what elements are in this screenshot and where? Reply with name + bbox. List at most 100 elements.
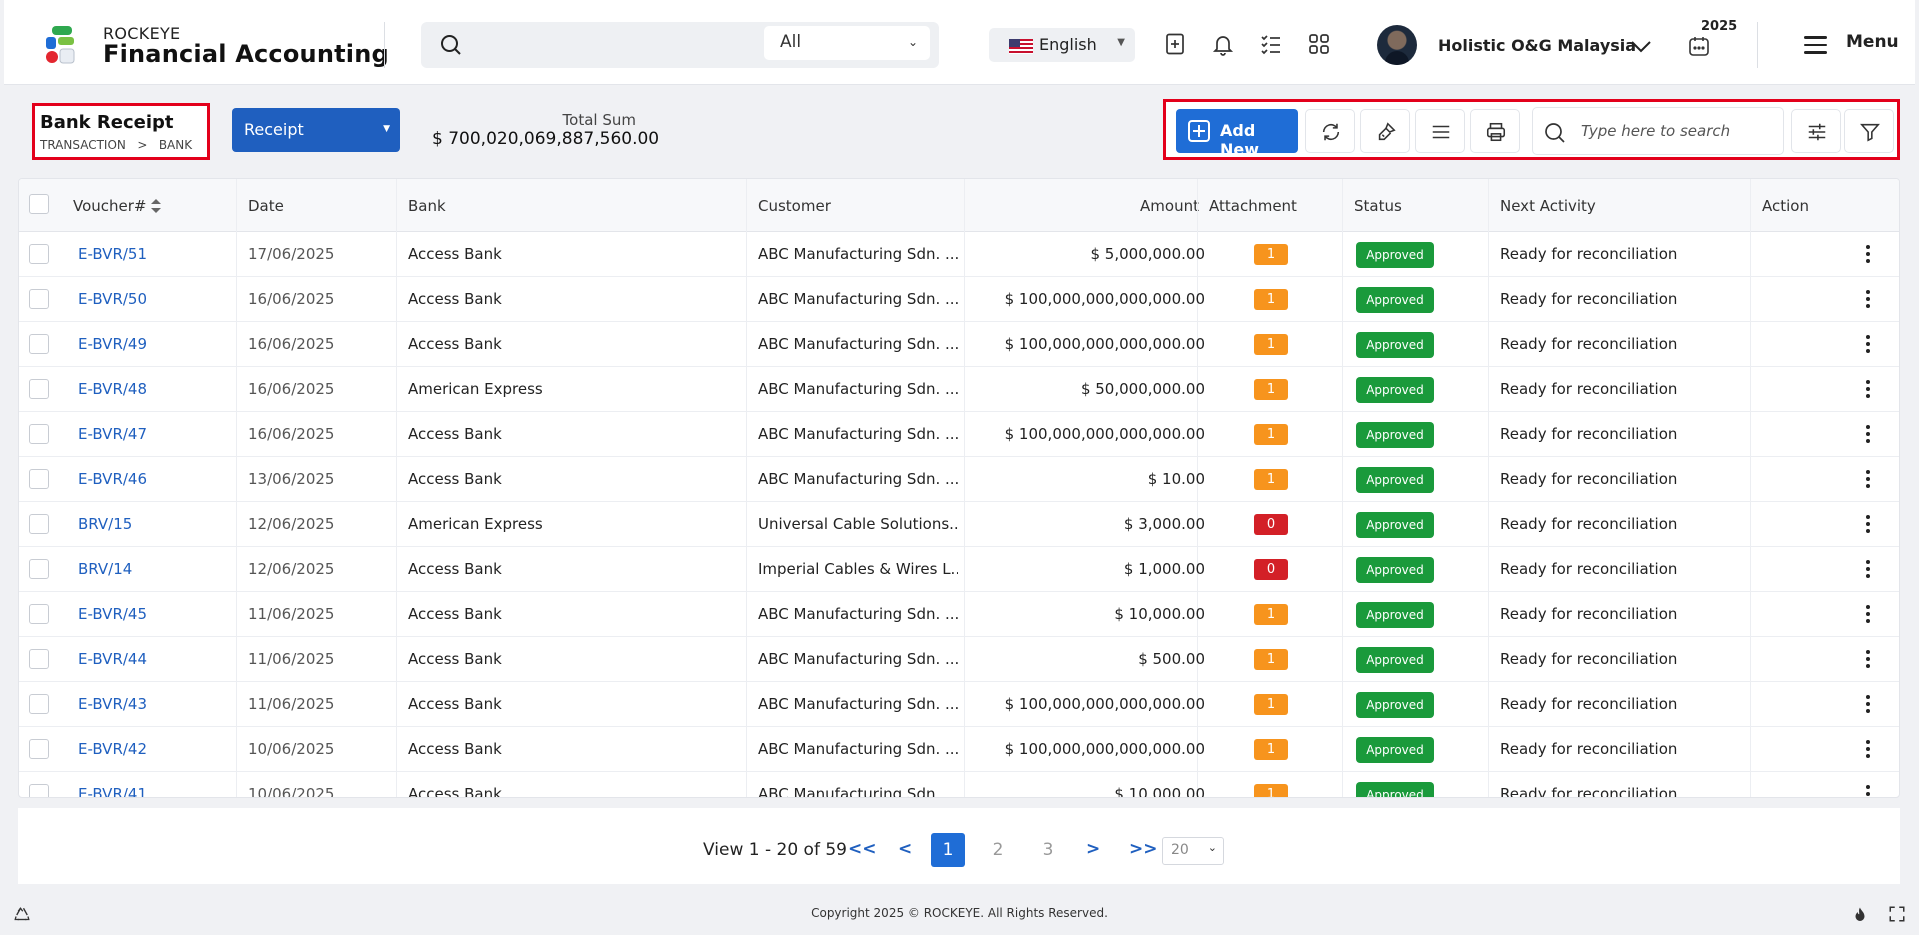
row-checkbox[interactable] bbox=[29, 334, 49, 354]
rockeye-logo-icon[interactable] bbox=[44, 24, 84, 66]
row-checkbox[interactable] bbox=[29, 604, 49, 624]
attachment-count-badge[interactable]: 1 bbox=[1254, 694, 1288, 715]
page-2-button[interactable]: 2 bbox=[981, 833, 1015, 867]
table-row[interactable]: E-BVR/43 11/06/2025 Access Bank ABC Manufac… bbox=[19, 682, 1899, 727]
row-actions-icon[interactable] bbox=[1866, 515, 1870, 535]
table-row[interactable]: E-BVR/48 16/06/2025 American Express ABC Ma… bbox=[19, 367, 1899, 412]
fullscreen-icon[interactable] bbox=[1888, 905, 1906, 923]
voucher-link[interactable]: E-BVR/51 bbox=[78, 245, 147, 263]
row-checkbox[interactable] bbox=[29, 424, 49, 444]
row-actions-icon[interactable] bbox=[1866, 785, 1870, 797]
chevron-down-icon[interactable] bbox=[1629, 34, 1653, 58]
voucher-link[interactable]: E-BVR/45 bbox=[78, 605, 147, 623]
attachment-count-badge[interactable]: 1 bbox=[1254, 424, 1288, 445]
table-row[interactable]: E-BVR/51 17/06/2025 Access Bank ABC Manufac… bbox=[19, 232, 1899, 277]
select-all-checkbox[interactable] bbox=[29, 194, 49, 214]
row-actions-icon[interactable] bbox=[1866, 245, 1870, 265]
table-row[interactable]: BRV/15 12/06/2025 American Express Universa… bbox=[19, 502, 1899, 547]
bookmark-add-icon[interactable] bbox=[1163, 32, 1187, 56]
row-actions-icon[interactable] bbox=[1866, 560, 1870, 580]
voucher-link[interactable]: BRV/14 bbox=[78, 560, 132, 578]
voucher-link[interactable]: E-BVR/42 bbox=[78, 740, 147, 758]
row-actions-icon[interactable] bbox=[1866, 290, 1870, 310]
table-row[interactable]: BRV/14 12/06/2025 Access Bank Imperial Cabl… bbox=[19, 547, 1899, 592]
table-row[interactable]: E-BVR/42 10/06/2025 Access Bank ABC Manufac… bbox=[19, 727, 1899, 772]
attachment-count-badge[interactable]: 1 bbox=[1254, 649, 1288, 670]
table-row[interactable]: E-BVR/41 10/06/2025 Access Bank ABC Manufac… bbox=[19, 772, 1899, 797]
first-page-button[interactable]: << bbox=[848, 839, 877, 859]
row-checkbox[interactable] bbox=[29, 784, 49, 797]
row-checkbox[interactable] bbox=[29, 649, 49, 669]
voucher-link[interactable]: E-BVR/44 bbox=[78, 650, 147, 668]
row-actions-icon[interactable] bbox=[1866, 605, 1870, 625]
table-row[interactable]: E-BVR/49 16/06/2025 Access Bank ABC Manufac… bbox=[19, 322, 1899, 367]
language-select[interactable]: English ▼ bbox=[989, 28, 1135, 62]
page-size-select[interactable]: 20 ⌄ bbox=[1162, 837, 1224, 865]
table-row[interactable]: E-BVR/50 16/06/2025 Access Bank ABC Manufac… bbox=[19, 277, 1899, 322]
table-search-input[interactable] bbox=[1581, 118, 1771, 144]
row-actions-icon[interactable] bbox=[1866, 470, 1870, 490]
row-actions-icon[interactable] bbox=[1866, 380, 1870, 400]
column-header-customer[interactable]: Customer bbox=[758, 197, 831, 215]
attachment-count-badge[interactable]: 1 bbox=[1254, 739, 1288, 760]
table-search-field[interactable] bbox=[1532, 107, 1784, 155]
voucher-link[interactable]: E-BVR/41 bbox=[78, 785, 147, 797]
row-checkbox[interactable] bbox=[29, 739, 49, 759]
column-header-next-activity[interactable]: Next Activity bbox=[1500, 197, 1596, 215]
voucher-link[interactable]: E-BVR/46 bbox=[78, 470, 147, 488]
attachment-count-badge[interactable]: 1 bbox=[1254, 289, 1288, 310]
flame-icon[interactable] bbox=[1851, 905, 1869, 925]
row-actions-icon[interactable] bbox=[1866, 650, 1870, 670]
calendar-icon[interactable] bbox=[1687, 34, 1711, 58]
attachment-count-badge[interactable]: 1 bbox=[1254, 379, 1288, 400]
user-avatar[interactable] bbox=[1377, 25, 1417, 65]
column-header-bank[interactable]: Bank bbox=[408, 197, 446, 215]
column-header-amount[interactable]: Amount bbox=[1119, 197, 1199, 215]
attachment-count-badge[interactable]: 0 bbox=[1254, 559, 1288, 580]
attachment-count-badge[interactable]: 0 bbox=[1254, 514, 1288, 535]
task-list-icon[interactable] bbox=[1259, 32, 1283, 56]
last-page-button[interactable]: >> bbox=[1129, 839, 1158, 859]
column-header-voucher[interactable]: Voucher# bbox=[73, 197, 147, 215]
clear-filters-button[interactable] bbox=[1360, 109, 1410, 153]
page-1-button[interactable]: 1 bbox=[931, 833, 965, 867]
voucher-link[interactable]: E-BVR/43 bbox=[78, 695, 147, 713]
notification-bell-icon[interactable] bbox=[1211, 32, 1235, 56]
add-new-button[interactable]: Add New bbox=[1176, 109, 1298, 159]
voucher-link[interactable]: BRV/15 bbox=[78, 515, 132, 533]
attachment-count-badge[interactable]: 1 bbox=[1254, 469, 1288, 490]
prev-page-button[interactable]: < bbox=[898, 839, 912, 859]
row-checkbox[interactable] bbox=[29, 694, 49, 714]
next-page-button[interactable]: > bbox=[1086, 839, 1100, 859]
row-checkbox[interactable] bbox=[29, 514, 49, 534]
attachment-count-badge[interactable]: 1 bbox=[1254, 604, 1288, 625]
row-checkbox[interactable] bbox=[29, 469, 49, 489]
table-row[interactable]: E-BVR/45 11/06/2025 Access Bank ABC Manufac… bbox=[19, 592, 1899, 637]
attachment-count-badge[interactable]: 1 bbox=[1254, 784, 1288, 797]
attachment-count-badge[interactable]: 1 bbox=[1254, 244, 1288, 265]
row-actions-icon[interactable] bbox=[1866, 740, 1870, 760]
table-row[interactable]: E-BVR/46 13/06/2025 Access Bank ABC Manufac… bbox=[19, 457, 1899, 502]
refresh-button[interactable] bbox=[1305, 109, 1355, 153]
column-header-date[interactable]: Date bbox=[248, 197, 284, 215]
row-checkbox[interactable] bbox=[29, 379, 49, 399]
table-row[interactable]: E-BVR/44 11/06/2025 Access Bank ABC Manufac… bbox=[19, 637, 1899, 682]
voucher-link[interactable]: E-BVR/49 bbox=[78, 335, 147, 353]
column-header-attachment[interactable]: Attachment bbox=[1209, 197, 1297, 215]
voucher-link[interactable]: E-BVR/47 bbox=[78, 425, 147, 443]
row-checkbox[interactable] bbox=[29, 289, 49, 309]
row-actions-icon[interactable] bbox=[1866, 335, 1870, 355]
table-row[interactable]: E-BVR/47 16/06/2025 Access Bank ABC Manufac… bbox=[19, 412, 1899, 457]
voucher-type-select[interactable]: Receipt ▼ bbox=[232, 108, 400, 152]
voucher-link[interactable]: E-BVR/48 bbox=[78, 380, 147, 398]
column-menu-button[interactable] bbox=[1415, 109, 1465, 153]
breadcrumb[interactable]: TRANSACTION > BANK bbox=[40, 138, 192, 152]
apps-grid-icon[interactable] bbox=[1307, 32, 1331, 56]
row-checkbox[interactable] bbox=[29, 559, 49, 579]
page-3-button[interactable]: 3 bbox=[1031, 833, 1065, 867]
voucher-link[interactable]: E-BVR/50 bbox=[78, 290, 147, 308]
sort-icon[interactable] bbox=[151, 199, 161, 213]
attachment-count-badge[interactable]: 1 bbox=[1254, 334, 1288, 355]
row-actions-icon[interactable] bbox=[1866, 425, 1870, 445]
row-checkbox[interactable] bbox=[29, 244, 49, 264]
